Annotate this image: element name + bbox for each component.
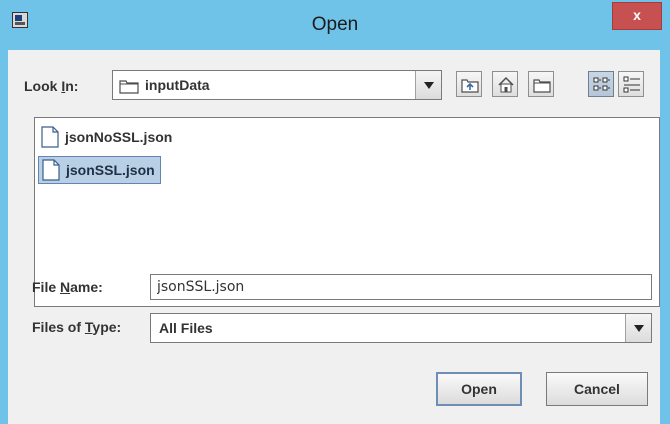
new-folder-icon (533, 79, 551, 93)
up-one-level-icon (461, 79, 479, 93)
files-of-type-dropdown-button[interactable] (625, 314, 651, 342)
list-view-icon (593, 77, 610, 91)
dialog-title: Open (311, 14, 359, 35)
file-item-jsonssl[interactable]: jsonSSL.json (38, 156, 161, 184)
look-in-combo[interactable]: inputData (112, 70, 442, 100)
file-icon (41, 126, 59, 148)
look-in-label: Look In: (24, 78, 79, 94)
dialog-body: Look In: inputData jsonNoSSL.json jsonSS… (8, 50, 660, 424)
home-button[interactable] (492, 71, 518, 97)
files-of-type-value: All Files (159, 320, 213, 336)
details-view-icon (623, 76, 640, 93)
files-of-type-combo[interactable]: All Files (150, 313, 652, 343)
files-of-type-label: Files of Type: (32, 319, 122, 335)
new-folder-button[interactable] (528, 71, 554, 97)
up-one-level-button[interactable] (456, 71, 482, 97)
look-in-dropdown-button[interactable] (415, 71, 441, 99)
home-icon (498, 76, 514, 93)
look-in-value: inputData (145, 77, 210, 93)
title-bar[interactable]: Open x (0, 0, 670, 50)
folder-icon (119, 80, 139, 94)
details-view-button[interactable] (618, 71, 644, 97)
file-name: jsonSSL.json (66, 162, 155, 178)
close-button[interactable]: x (612, 2, 662, 30)
open-button[interactable]: Open (436, 372, 522, 406)
cancel-button[interactable]: Cancel (546, 372, 648, 406)
file-name-label: File Name: (32, 279, 103, 295)
file-name: jsonNoSSL.json (65, 129, 173, 145)
file-icon (42, 159, 60, 181)
open-dialog: Open x Look In: inputData jsonNoSSL.json… (0, 0, 670, 424)
list-view-button[interactable] (588, 71, 614, 97)
file-name-input[interactable] (150, 274, 652, 300)
file-item-jsonnossl[interactable]: jsonNoSSL.json (38, 123, 177, 151)
